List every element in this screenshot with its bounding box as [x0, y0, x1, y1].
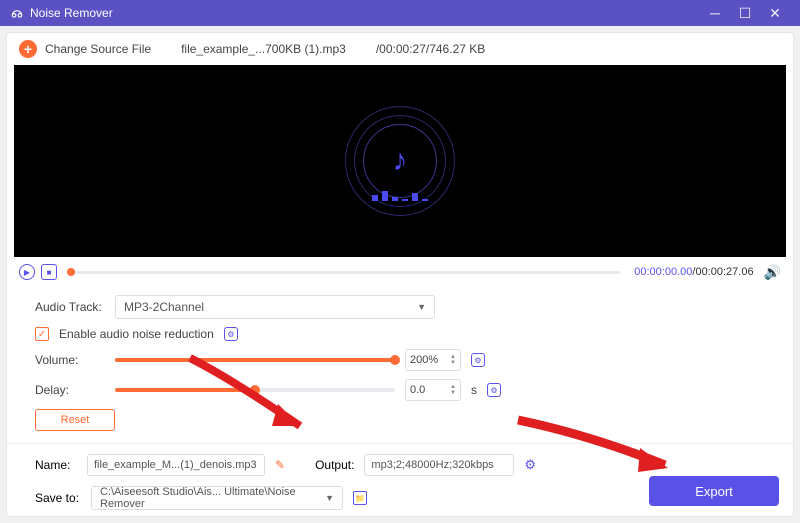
preview-area: ♪	[14, 65, 786, 257]
name-field: file_example_M...(1)_denois.mp3	[87, 454, 265, 476]
export-button[interactable]: Export	[649, 476, 779, 506]
output-field: mp3;2;48000Hz;320kbps	[364, 454, 514, 476]
reset-button[interactable]: Reset	[35, 409, 115, 431]
music-note-icon: ♪	[393, 144, 408, 178]
delay-unit: s	[471, 383, 477, 397]
music-visual: ♪	[340, 101, 460, 221]
save-path-dropdown[interactable]: C:\Aiseesoft Studio\Ais... Ultimate\Nois…	[91, 486, 343, 510]
chevron-down-icon: ▼	[325, 493, 334, 503]
app-title: Noise Remover	[30, 6, 700, 20]
delay-spinner[interactable]: 0.0▲▼	[405, 379, 461, 401]
noise-settings-icon[interactable]: ⚙	[224, 327, 238, 341]
audio-track-dropdown[interactable]: MP3-2Channel▼	[115, 295, 435, 319]
source-filename: file_example_...700KB (1).mp3	[181, 42, 346, 56]
volume-icon[interactable]: 🔊	[764, 264, 781, 281]
output-label: Output:	[315, 458, 354, 472]
equalizer-icon	[372, 191, 428, 201]
output-settings-icon[interactable]: ⚙	[524, 457, 536, 473]
plus-icon[interactable]: +	[19, 40, 37, 58]
folder-icon[interactable]: 📁	[353, 491, 367, 505]
delay-label: Delay:	[35, 383, 105, 397]
volume-settings-icon[interactable]: ⚙	[471, 353, 485, 367]
close-button[interactable]: ✕	[760, 5, 790, 22]
audio-track-label: Audio Track:	[35, 300, 105, 314]
save-label: Save to:	[35, 491, 81, 505]
bottom-panel: Name: file_example_M...(1)_denois.mp3 ✎ …	[7, 443, 793, 516]
delay-slider[interactable]	[115, 388, 395, 392]
volume-spinner[interactable]: 200%▲▼	[405, 349, 461, 371]
time-display: 00:00:00.00/00:00:27.06	[634, 266, 753, 278]
name-label: Name:	[35, 458, 77, 472]
source-info: /00:00:27/746.27 KB	[376, 42, 485, 56]
change-source-label[interactable]: Change Source File	[45, 42, 151, 56]
app-icon	[10, 6, 24, 20]
seek-bar[interactable]	[71, 271, 620, 274]
noise-reduction-checkbox[interactable]: ✓	[35, 327, 49, 341]
main-panel: + Change Source File file_example_...700…	[6, 32, 794, 517]
settings-panel: Audio Track: MP3-2Channel▼ ✓ Enable audi…	[7, 287, 793, 443]
volume-slider[interactable]	[115, 358, 395, 362]
play-button[interactable]: ▶	[19, 264, 35, 280]
volume-label: Volume:	[35, 353, 105, 367]
edit-icon[interactable]: ✎	[275, 458, 285, 472]
minimize-button[interactable]: ─	[700, 5, 730, 21]
maximize-button[interactable]: ☐	[730, 5, 760, 22]
noise-reduction-label: Enable audio noise reduction	[59, 327, 214, 341]
chevron-down-icon: ▼	[417, 302, 426, 312]
delay-settings-icon[interactable]: ⚙	[487, 383, 501, 397]
stop-button[interactable]: ■	[41, 264, 57, 280]
source-bar: + Change Source File file_example_...700…	[7, 33, 793, 65]
player-controls: ▶ ■ 00:00:00.00/00:00:27.06 🔊	[7, 257, 793, 287]
titlebar: Noise Remover ─ ☐ ✕	[0, 0, 800, 26]
